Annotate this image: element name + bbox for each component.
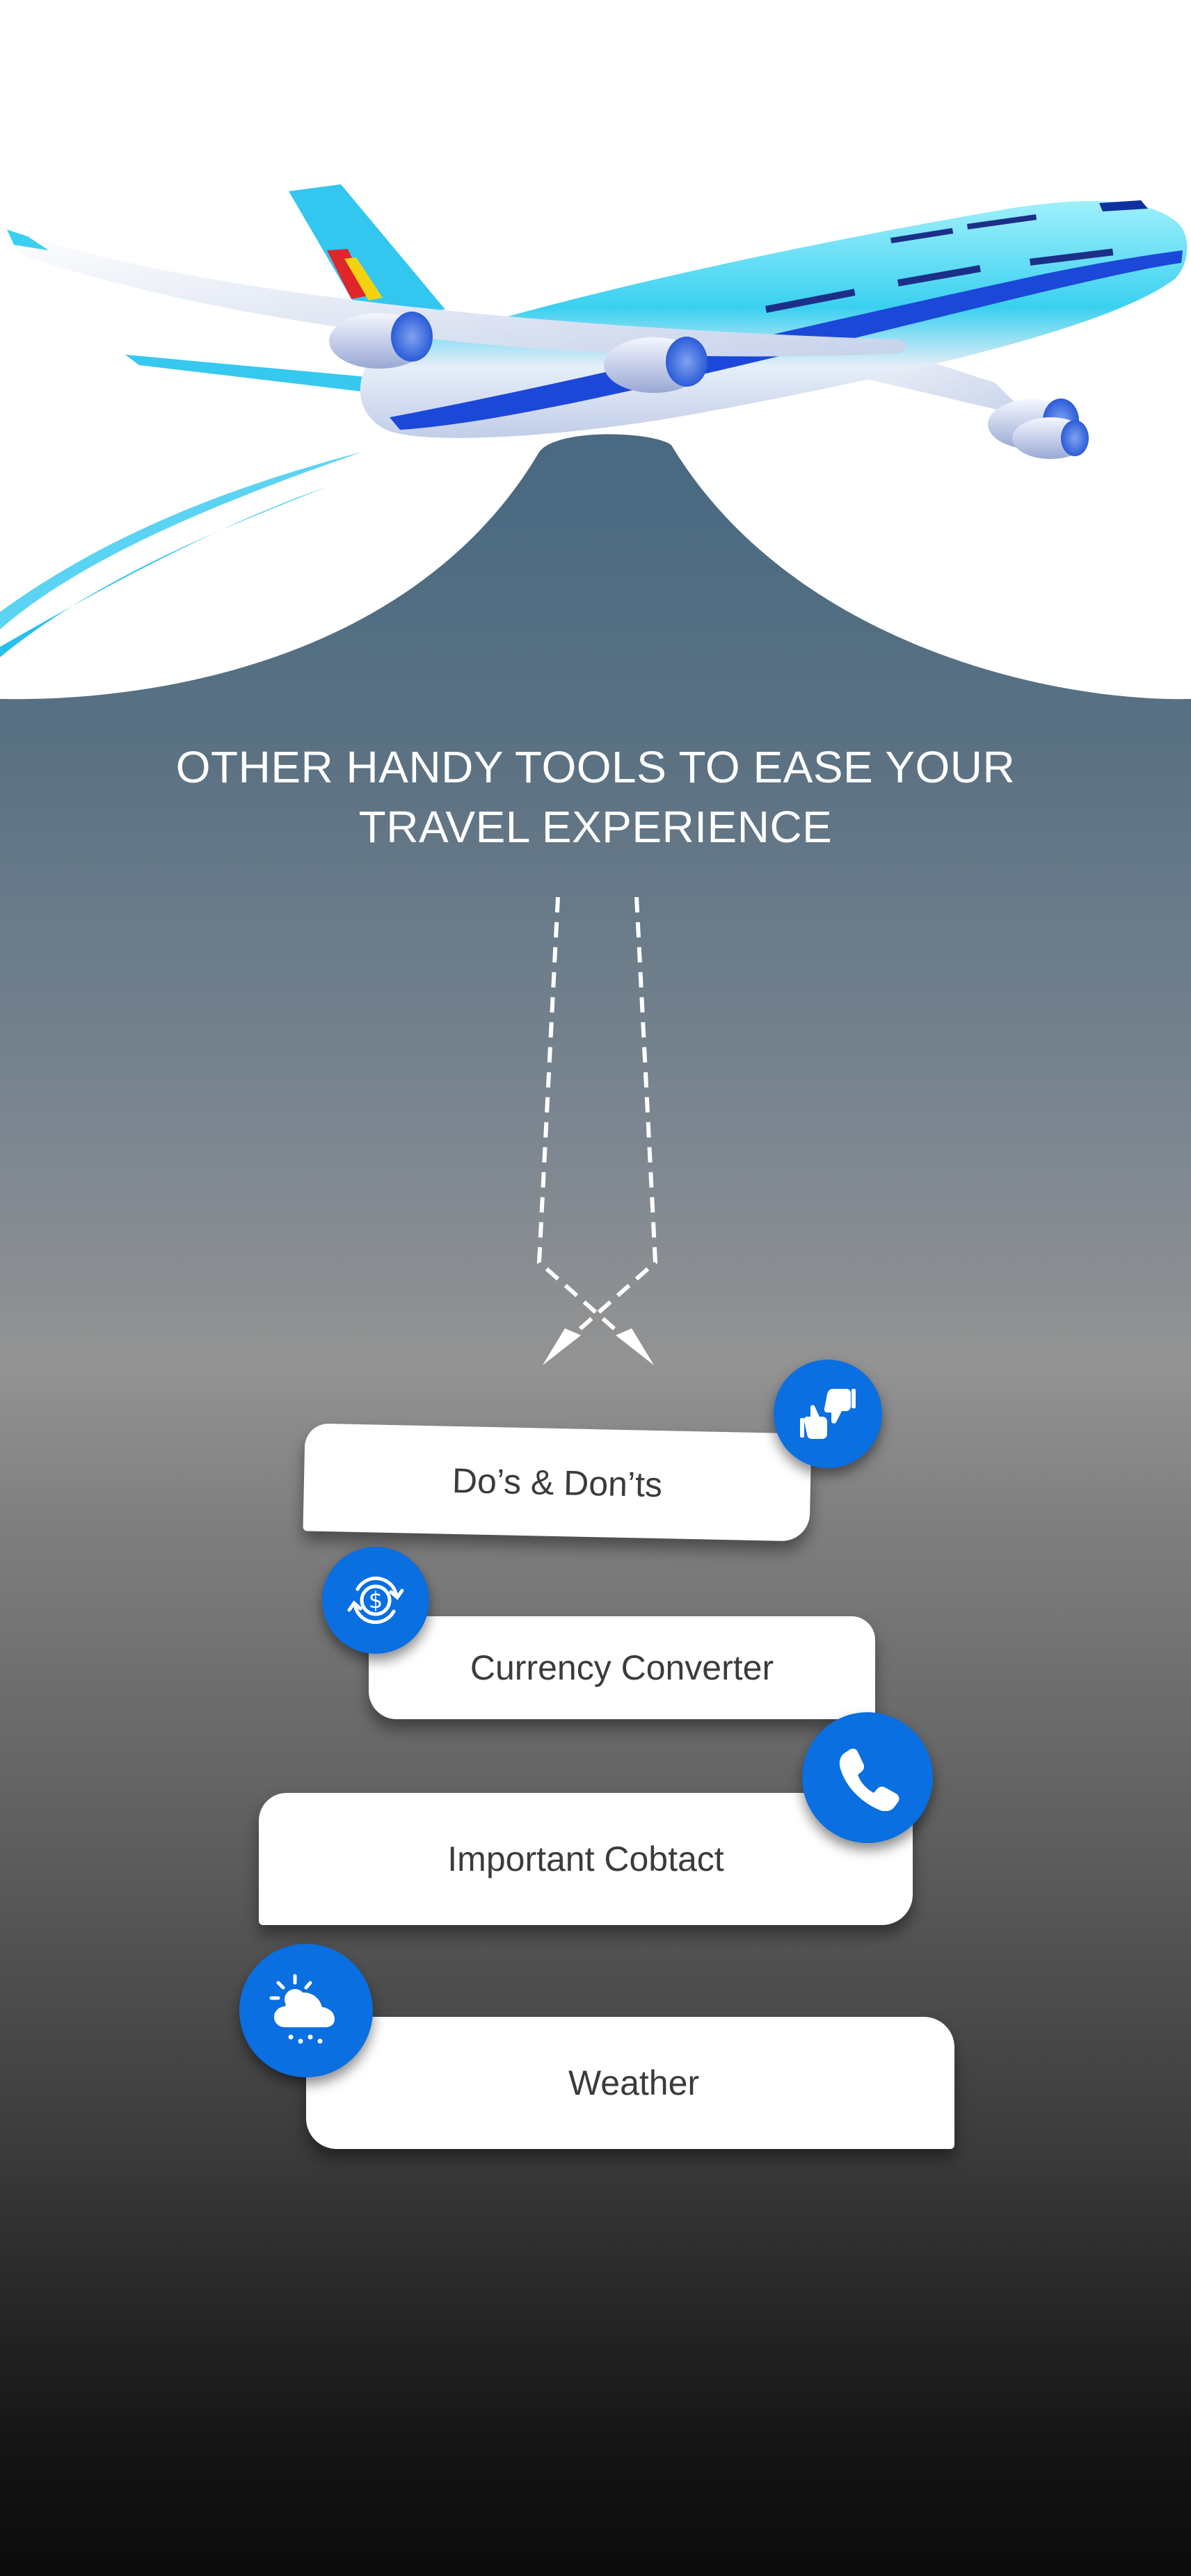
currency-converter-button[interactable]: Currency Converter xyxy=(369,1616,875,1719)
weather-button[interactable]: Weather xyxy=(306,2017,954,2149)
weather-icon xyxy=(239,1944,373,2077)
thumbs-up-down-icon xyxy=(774,1360,882,1468)
dos-donts-label: Do’s & Don’ts xyxy=(451,1460,663,1504)
phone-icon xyxy=(802,1712,933,1843)
crossing-arrows-decoration xyxy=(536,896,658,1365)
weather-label: Weather xyxy=(568,2063,700,2102)
currency-converter-label: Currency Converter xyxy=(470,1648,774,1687)
svg-text:$: $ xyxy=(369,1587,383,1613)
currency-exchange-icon: $ xyxy=(322,1547,429,1654)
page-title: OTHER HANDY TOOLS TO EASE YOUR TRAVEL EX… xyxy=(0,737,1191,857)
hero-illustration xyxy=(0,0,1191,700)
dos-donts-button[interactable]: Do’s & Don’ts xyxy=(303,1423,812,1542)
page-title-line-2: TRAVEL EXPERIENCE xyxy=(358,802,833,852)
page-title-line-1: OTHER HANDY TOOLS TO EASE YOUR xyxy=(175,742,1016,792)
important-contact-label: Important Cobtact xyxy=(447,1840,724,1878)
